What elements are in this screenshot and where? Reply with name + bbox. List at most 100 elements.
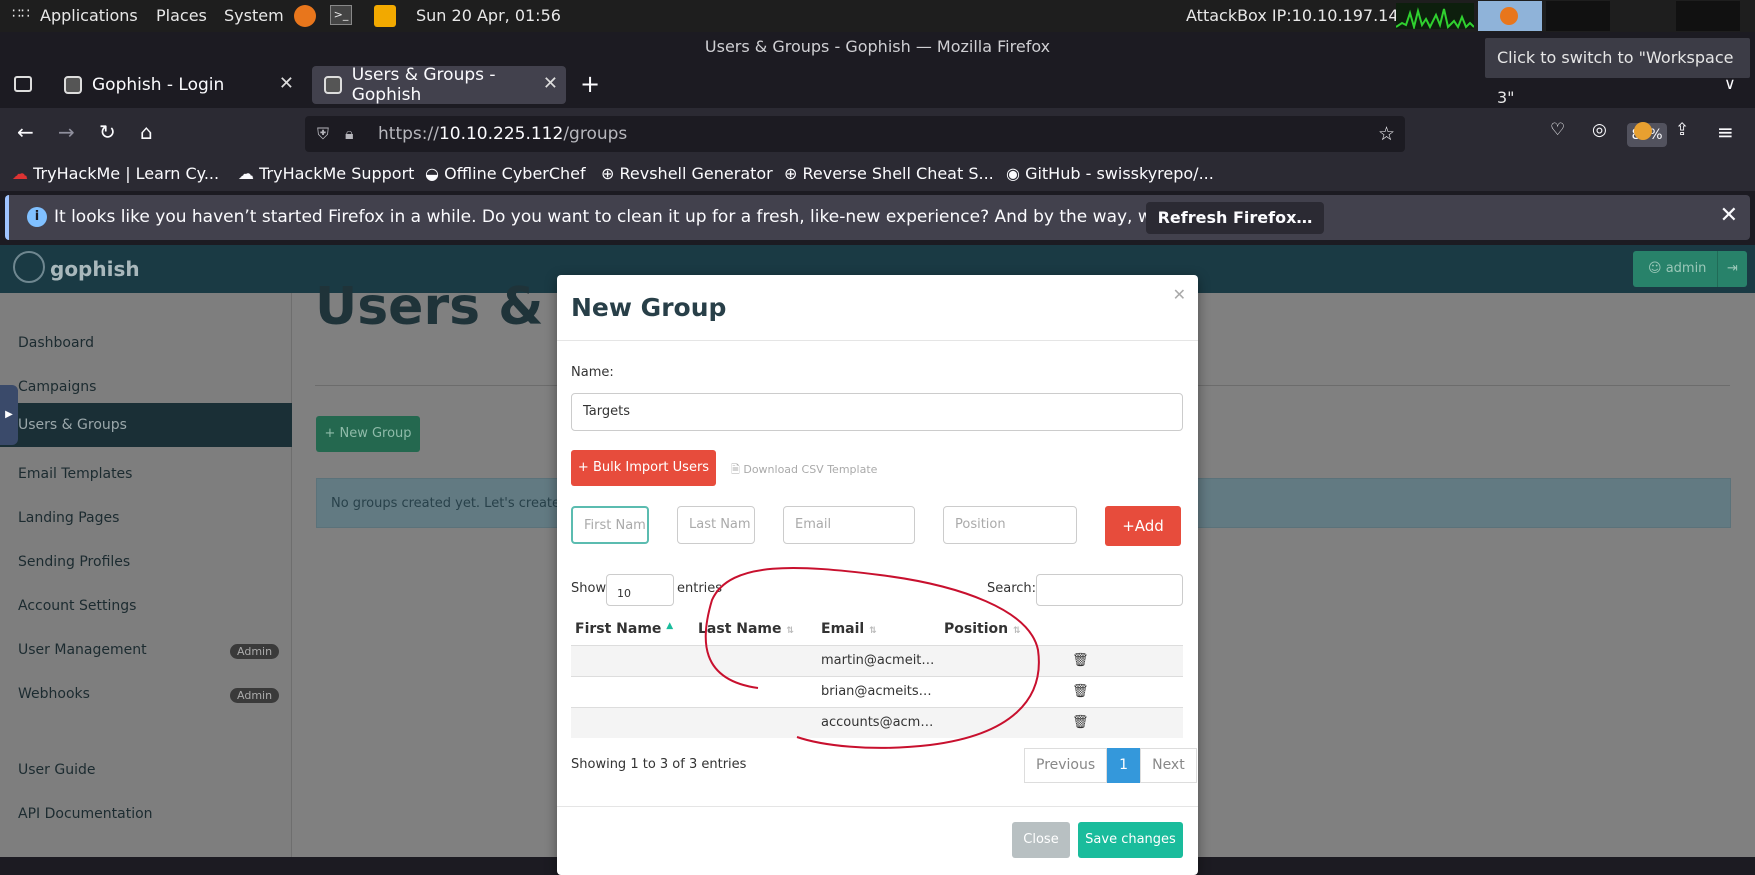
sidebar: Dashboard Campaigns Users & Groups Email… — [0, 293, 292, 857]
reload-icon[interactable]: ↻ — [99, 120, 116, 144]
sidebar-item-email-templates[interactable]: Email Templates — [18, 466, 132, 482]
sidebar-item-landing-pages[interactable]: Landing Pages — [18, 510, 119, 526]
gophish-favicon-icon — [64, 76, 82, 94]
name-label: Name: — [571, 365, 614, 380]
delete-icon[interactable]: 🗑︎ — [1072, 715, 1089, 730]
sidebar-item-dashboard[interactable]: Dashboard — [18, 335, 94, 351]
add-user-button[interactable]: +Add — [1105, 506, 1181, 546]
sidebar-item-campaigns[interactable]: Campaigns — [18, 379, 96, 395]
new-group-button[interactable]: + New Group — [316, 416, 420, 452]
previous-page-button[interactable]: Previous — [1024, 748, 1108, 783]
tab-label: Users & Groups - Gophish — [351, 65, 496, 105]
github-icon: ◉ — [1006, 164, 1020, 183]
sidebar-item-webhooks[interactable]: Webhooks — [18, 686, 90, 702]
pocket-icon[interactable]: ♡ — [1550, 120, 1565, 140]
logout-icon[interactable]: ⇥ — [1717, 251, 1747, 287]
url-bar[interactable]: ⛨ 🔒︎ https://10.10.225.112/groups 80% ☆ — [305, 116, 1667, 152]
sublime-launcher-icon[interactable] — [374, 5, 396, 27]
gophish-favicon-icon — [324, 76, 342, 94]
tab-users-groups[interactable]: Users & Groups - Gophish ✕ — [312, 65, 566, 105]
delete-icon[interactable]: 🗑︎ — [1072, 684, 1089, 699]
first-name-field[interactable]: First Nam — [571, 506, 649, 544]
cpu-graph — [1395, 3, 1475, 31]
applications-menu[interactable]: Applications — [40, 6, 138, 25]
extension-icon[interactable] — [1634, 122, 1652, 140]
admin-badge: Admin — [230, 688, 280, 703]
bookmark-github[interactable]: ◉ GitHub - swisskyrepo/... — [1006, 164, 1214, 183]
system-menu[interactable]: System — [224, 6, 284, 25]
notification-text: It looks like you haven’t started Firefo… — [54, 207, 1267, 227]
search-label: Search: — [987, 581, 1037, 596]
save-changes-button[interactable]: Save changes — [1078, 822, 1183, 858]
bookmark-revshell[interactable]: ⊕ Revshell Generator — [601, 164, 773, 183]
entries-select[interactable]: 10 — [606, 574, 674, 606]
next-page-button[interactable]: Next — [1140, 748, 1197, 783]
terminal-launcher-icon[interactable]: >_ — [330, 5, 352, 25]
sidebar-item-account-settings[interactable]: Account Settings — [18, 598, 136, 614]
email-cell: accounts@acm… — [817, 706, 940, 738]
sidebar-item-users-groups[interactable]: Users & Groups — [0, 403, 292, 447]
download-csv-link[interactable]: 🗎︎ Download CSV Template — [731, 461, 877, 480]
page-1-button[interactable]: 1 — [1107, 748, 1141, 783]
close-tab-icon[interactable]: ✕ — [543, 73, 558, 94]
menu-icon[interactable]: ≡ — [1717, 120, 1734, 144]
admin-button[interactable]: ☺ admin ⇥ — [1633, 251, 1747, 287]
forward-icon[interactable]: → — [58, 120, 75, 144]
divider — [557, 806, 1198, 807]
system-panel: ∷∷ Applications Places System >_ Sun 20 … — [0, 0, 1755, 32]
bookmark-tryhackme-support[interactable]: ☁ TryHackMe Support — [238, 164, 414, 183]
bookmark-reverse-shell[interactable]: ⊕ Reverse Shell Cheat S... — [784, 164, 994, 183]
email-field[interactable]: Email — [783, 506, 915, 544]
divider — [557, 340, 1198, 341]
refresh-firefox-button[interactable]: Refresh Firefox… — [1146, 202, 1324, 234]
column-header[interactable]: First Name ▲ — [571, 613, 694, 645]
shield-icon[interactable]: ⛨ — [317, 116, 329, 152]
close-button[interactable]: Close — [1012, 822, 1070, 858]
list-all-tabs-icon[interactable]: ∨ — [1724, 74, 1736, 93]
brand[interactable]: gophish — [50, 257, 140, 281]
sort-icon: ⇅ — [786, 625, 794, 636]
close-icon[interactable]: ✕ — [1173, 285, 1186, 304]
cloud-icon: ☁ — [238, 164, 254, 183]
share-icon[interactable]: ⇪ — [1675, 120, 1689, 140]
globe-icon: ⊕ — [601, 164, 615, 183]
url-path: /groups — [563, 124, 628, 144]
delete-icon[interactable]: 🗑︎ — [1072, 653, 1089, 668]
search-input[interactable] — [1036, 574, 1183, 606]
bookmark-cyberchef[interactable]: ◒ Offline CyberChef — [425, 164, 586, 183]
sidebar-item-user-guide[interactable]: User Guide — [18, 762, 95, 778]
lock-icon[interactable]: 🔒︎ — [345, 116, 354, 152]
back-icon[interactable]: ← — [17, 120, 34, 144]
apps-grid-icon[interactable]: ∷∷ — [12, 6, 30, 22]
group-name-input[interactable]: Targets — [571, 393, 1183, 431]
sidebar-item-api-docs[interactable]: API Documentation — [18, 806, 153, 822]
firefox-launcher-icon[interactable] — [294, 5, 316, 27]
places-menu[interactable]: Places — [156, 6, 207, 25]
new-tab-icon[interactable]: + — [580, 70, 600, 98]
column-header[interactable]: Position ⇅ — [940, 613, 1063, 645]
last-name-field[interactable]: Last Nam — [677, 506, 755, 544]
position-field[interactable]: Position — [943, 506, 1077, 544]
close-icon[interactable]: ✕ — [1720, 203, 1738, 228]
table-row: accounts@acm… 🗑︎ — [571, 706, 1183, 738]
bookmark-star-icon[interactable]: ☆ — [1378, 116, 1395, 152]
workspace-2[interactable] — [1478, 1, 1542, 31]
account-icon[interactable]: ◎ — [1592, 120, 1607, 140]
email-cell: brian@acmeits… — [817, 675, 940, 707]
column-header[interactable]: Last Name ⇅ — [694, 613, 817, 645]
clock: Sun 20 Apr, 01:56 — [416, 6, 561, 25]
close-tab-icon[interactable]: ✕ — [279, 73, 294, 94]
column-header[interactable]: Email ⇅ — [817, 613, 940, 645]
workspace-4[interactable] — [1676, 1, 1740, 31]
home-icon[interactable]: ⌂ — [140, 120, 153, 144]
workspace-3[interactable] — [1546, 1, 1610, 31]
bookmark-tryhackme[interactable]: ☁ TryHackMe | Learn Cy... — [12, 164, 219, 183]
sort-asc-icon: ▲ — [666, 620, 674, 631]
sidebar-item-user-management[interactable]: User Management — [18, 642, 147, 658]
firefox-view-icon[interactable] — [14, 76, 32, 92]
side-panel-handle-icon[interactable]: ▶ — [0, 385, 18, 445]
tab-gophish-login[interactable]: Gophish - Login ✕ — [52, 66, 302, 104]
sidebar-item-sending-profiles[interactable]: Sending Profiles — [18, 554, 130, 570]
bulk-import-button[interactable]: + Bulk Import Users — [571, 450, 716, 486]
info-icon: i — [27, 207, 47, 227]
